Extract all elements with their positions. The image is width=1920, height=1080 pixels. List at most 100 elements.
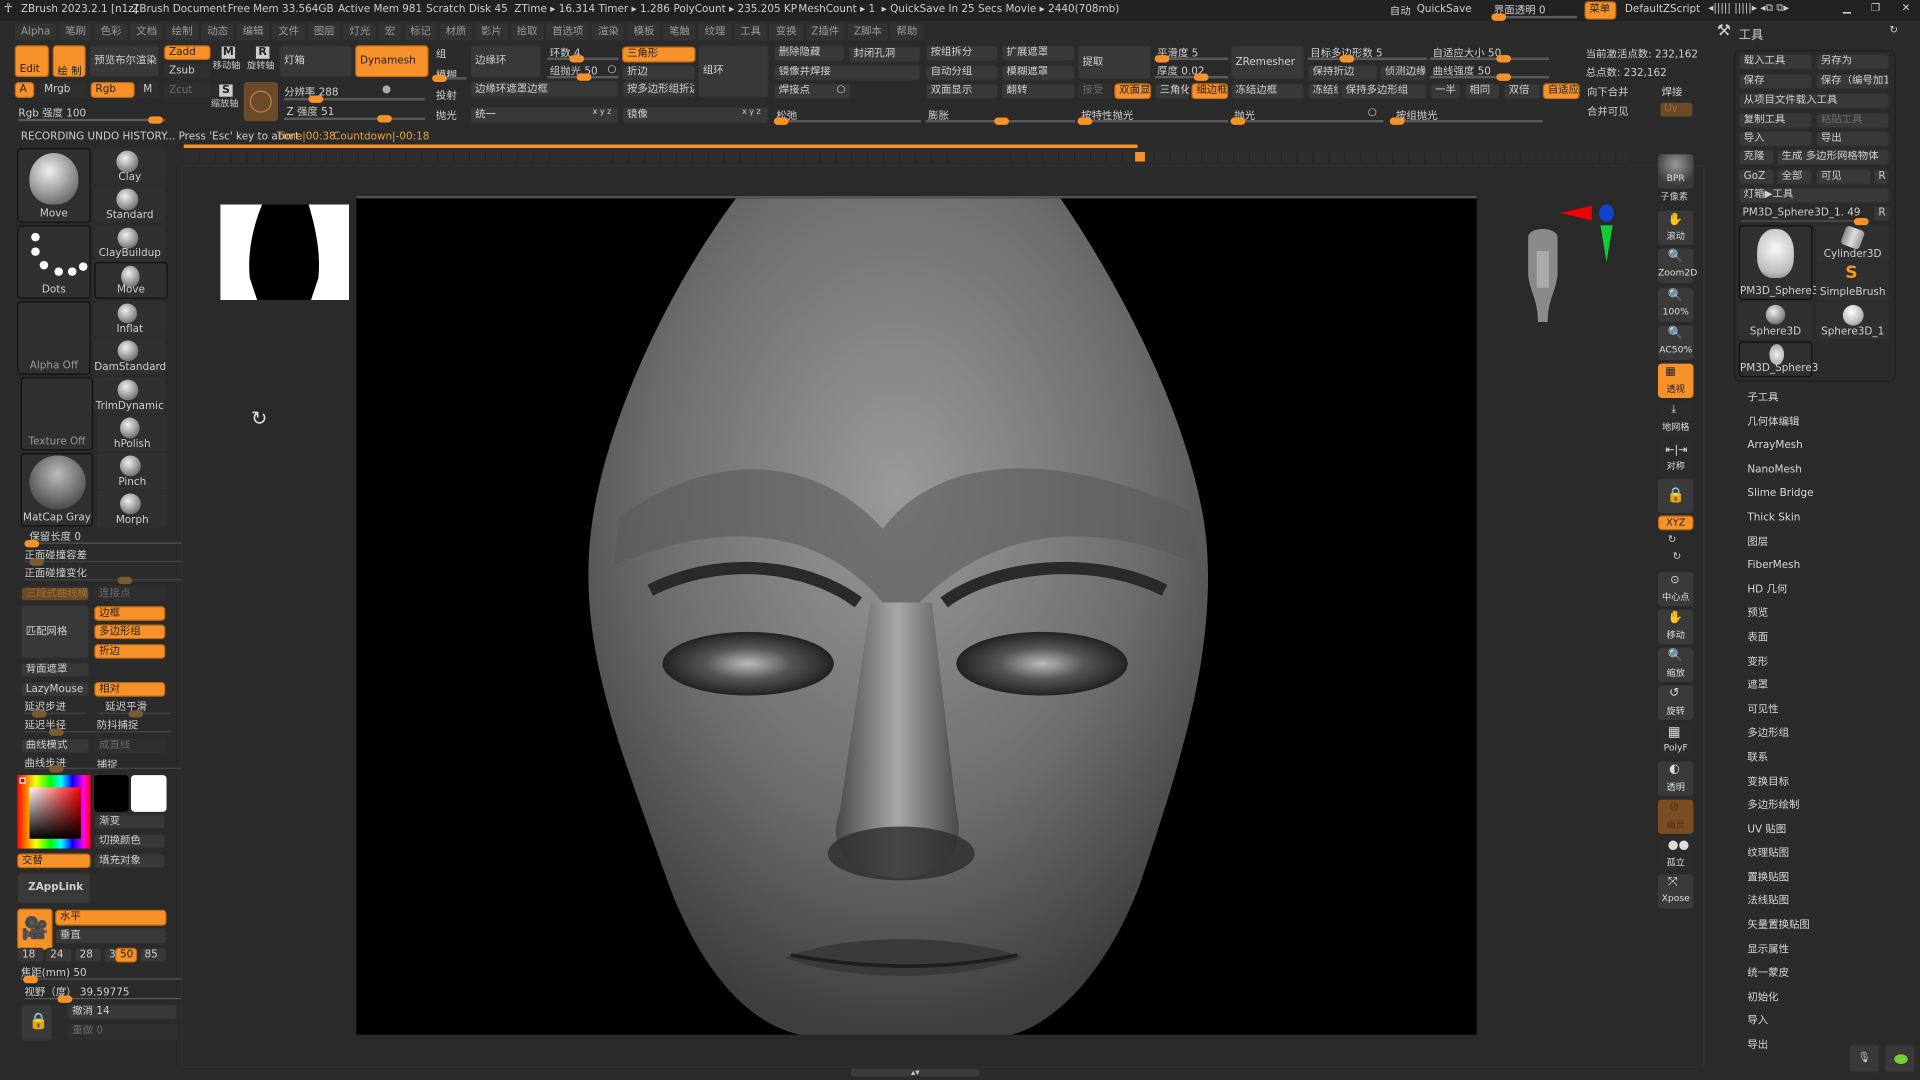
menu-macro[interactable]: 宏 xyxy=(378,23,402,41)
subpalette-vector-displacement[interactable]: 矢量置换贴图 xyxy=(1747,915,1882,939)
fill-object-button[interactable]: 填充对象 xyxy=(94,853,166,869)
scroll-button[interactable]: ✋ 滚动 xyxy=(1657,210,1694,245)
lazy-smooth-slider[interactable] xyxy=(97,710,172,718)
rotate-z-icon[interactable]: ↻ xyxy=(1673,551,1682,563)
material-selector[interactable]: MatCap Gray xyxy=(20,453,94,527)
double-button[interactable]: 双倍 xyxy=(1503,83,1541,100)
subpalette-surface[interactable]: 表面 xyxy=(1747,627,1882,651)
group-label[interactable]: 组 xyxy=(436,47,446,61)
lazymouse-button[interactable]: LazyMouse xyxy=(20,682,90,697)
border-toggle[interactable]: 边框 xyxy=(94,606,166,621)
polish2-toggle-icon[interactable]: ○ xyxy=(1368,107,1377,119)
actual-size-button[interactable]: 🔍 100% xyxy=(1657,287,1694,323)
keep-length-slider[interactable] xyxy=(24,540,203,548)
subpalette-fibermesh[interactable]: FiberMesh xyxy=(1747,555,1882,579)
menu-texture[interactable]: 纹理 xyxy=(698,23,732,41)
texture-selector[interactable]: Texture Off xyxy=(20,377,94,451)
fov-slider[interactable] xyxy=(24,995,203,1003)
resolution-slider[interactable] xyxy=(284,95,425,103)
edge-loop-mask-button[interactable]: 边缘环遮罩边框 xyxy=(470,80,619,98)
subpalette-subtool[interactable]: 子工具 xyxy=(1747,387,1882,411)
target-poly-slider[interactable] xyxy=(1307,55,1427,63)
focal-18[interactable]: 18 xyxy=(17,947,45,963)
tool-pm3d-sphere3-2[interactable]: PM3D_Sphere3 xyxy=(1738,341,1818,378)
subpalette-visibility[interactable]: 可见性 xyxy=(1747,699,1882,723)
freeze-border-button[interactable]: 冻结边框 xyxy=(1230,83,1305,100)
menu-alpha[interactable]: Alpha xyxy=(14,23,57,41)
inflate-slider[interactable] xyxy=(925,117,1076,125)
brush-morph[interactable]: Morph xyxy=(96,491,168,528)
menu-layer[interactable]: 图层 xyxy=(307,23,341,41)
save-increment-button[interactable]: 保存（编号加1 xyxy=(1815,73,1890,90)
subpalette-hd-geometry[interactable]: HD 几何 xyxy=(1747,579,1882,603)
zsub-toggle[interactable]: Zsub xyxy=(164,63,211,79)
undo-button[interactable]: 撤消 14 xyxy=(67,1004,178,1021)
adaptive-toggle[interactable]: 自适应 xyxy=(1542,83,1580,100)
brush-trimdynamic[interactable]: TrimDynamic xyxy=(94,377,166,414)
triangulate-button[interactable]: 三角化 xyxy=(1154,83,1191,100)
curve-strength-slider[interactable] xyxy=(1430,73,1549,81)
default-zscript[interactable]: DefaultZScript xyxy=(1625,4,1700,16)
flip-button[interactable]: 翻转 xyxy=(1001,83,1076,100)
subpalette-contact[interactable]: 联系 xyxy=(1747,747,1882,771)
subpalette-polypaint[interactable]: 多边形绘制 xyxy=(1747,795,1882,819)
freeze-groups-button[interactable]: 冻结组 xyxy=(1307,83,1340,100)
edge-loop-button[interactable]: 边缘环 xyxy=(470,45,542,79)
double-sided-button[interactable]: 双面显示 xyxy=(925,83,998,100)
tool-cylinder3d[interactable]: Cylinder3D xyxy=(1815,224,1890,263)
polish-features-slider[interactable] xyxy=(1077,117,1229,125)
connect-points-button[interactable]: 连接点 xyxy=(94,586,166,602)
blur-mask-button[interactable]: 模糊遮罩 xyxy=(1001,64,1076,81)
group-polish-toggle-icon[interactable]: ○ xyxy=(607,64,616,76)
menu-color[interactable]: 色彩 xyxy=(94,23,128,41)
lock-camera-button[interactable]: 🔒 xyxy=(1657,478,1694,514)
merge-visible-button[interactable]: 合并可见 xyxy=(1587,104,1629,119)
current-brush[interactable]: Move xyxy=(17,148,91,223)
menu-draw[interactable]: 绘制 xyxy=(165,23,199,41)
lightbox-tools-button[interactable]: 灯箱▶工具 xyxy=(1738,187,1890,204)
gradient-button[interactable]: 渐变 xyxy=(94,814,166,829)
subpalette-thick-skin[interactable]: Thick Skin xyxy=(1747,507,1882,531)
subpalette-nanomesh[interactable]: NanoMesh xyxy=(1747,459,1882,483)
menu-edit[interactable]: 编辑 xyxy=(236,23,270,41)
lazy-step-slider[interactable] xyxy=(24,710,86,718)
export-button[interactable]: 导出 xyxy=(1815,131,1890,147)
menu-movie[interactable]: 影片 xyxy=(474,23,509,41)
smooth-slider[interactable] xyxy=(1154,55,1229,63)
mirror-xyz[interactable]: x y z xyxy=(742,107,761,117)
dynamesh-button[interactable]: Dynamesh xyxy=(355,45,429,78)
blur-slider[interactable] xyxy=(432,74,467,83)
crease-toggle[interactable]: 折边 xyxy=(94,644,166,659)
resolution-dot-icon[interactable]: ● xyxy=(382,83,391,95)
subpalette-deformation[interactable]: 变形 xyxy=(1747,651,1882,675)
split-groups-button[interactable]: 按组拆分 xyxy=(925,45,998,62)
focal-28[interactable]: 28 xyxy=(74,947,102,963)
save-as-button[interactable]: 另存为 xyxy=(1815,53,1890,70)
xpose-button[interactable]: ⤧ Xpose xyxy=(1657,874,1694,909)
timeline-marker[interactable] xyxy=(1135,151,1145,162)
alternate-toggle[interactable]: 交替 xyxy=(17,853,91,869)
grow-mask-button[interactable]: 扩展遮罩 xyxy=(1001,45,1076,62)
crease-polygroup-button[interactable]: 按多边形组折边 xyxy=(622,80,696,98)
save-button[interactable]: 保存 xyxy=(1738,73,1813,90)
subpalette-initialize[interactable]: 初始化 xyxy=(1747,987,1882,1011)
paste-tool-button[interactable]: 粘贴工具 xyxy=(1815,112,1890,129)
goz-r-button[interactable]: R xyxy=(1873,168,1890,185)
menu-preferences[interactable]: 首选项 xyxy=(545,23,590,41)
goz-all-button[interactable]: 全部 xyxy=(1776,168,1813,185)
focal-50-selected[interactable]: 50 xyxy=(115,947,138,963)
subpalette-display-properties[interactable]: 显示属性 xyxy=(1747,939,1882,963)
brush-claybuildup[interactable]: ClayBuildup xyxy=(94,225,166,261)
zremesher-button[interactable]: ZRemesher xyxy=(1230,45,1305,80)
menu-material[interactable]: 材质 xyxy=(439,23,473,41)
menu-stencil[interactable]: 模板 xyxy=(627,23,661,41)
make-polymesh-button[interactable]: 生成 多边形网格物体 xyxy=(1776,149,1890,166)
accept-button[interactable]: 接受 xyxy=(1077,83,1112,100)
m-toggle[interactable]: M xyxy=(138,82,158,98)
tool-simplebrush[interactable]: S SimpleBrush xyxy=(1815,263,1890,301)
brush-move[interactable]: Move xyxy=(94,262,168,299)
menu-marker[interactable]: 标记 xyxy=(403,23,437,41)
close-icon[interactable]: ✕ xyxy=(1902,2,1911,14)
status-light-button[interactable] xyxy=(1884,1044,1916,1073)
menu-tool[interactable]: 工具 xyxy=(734,23,768,41)
